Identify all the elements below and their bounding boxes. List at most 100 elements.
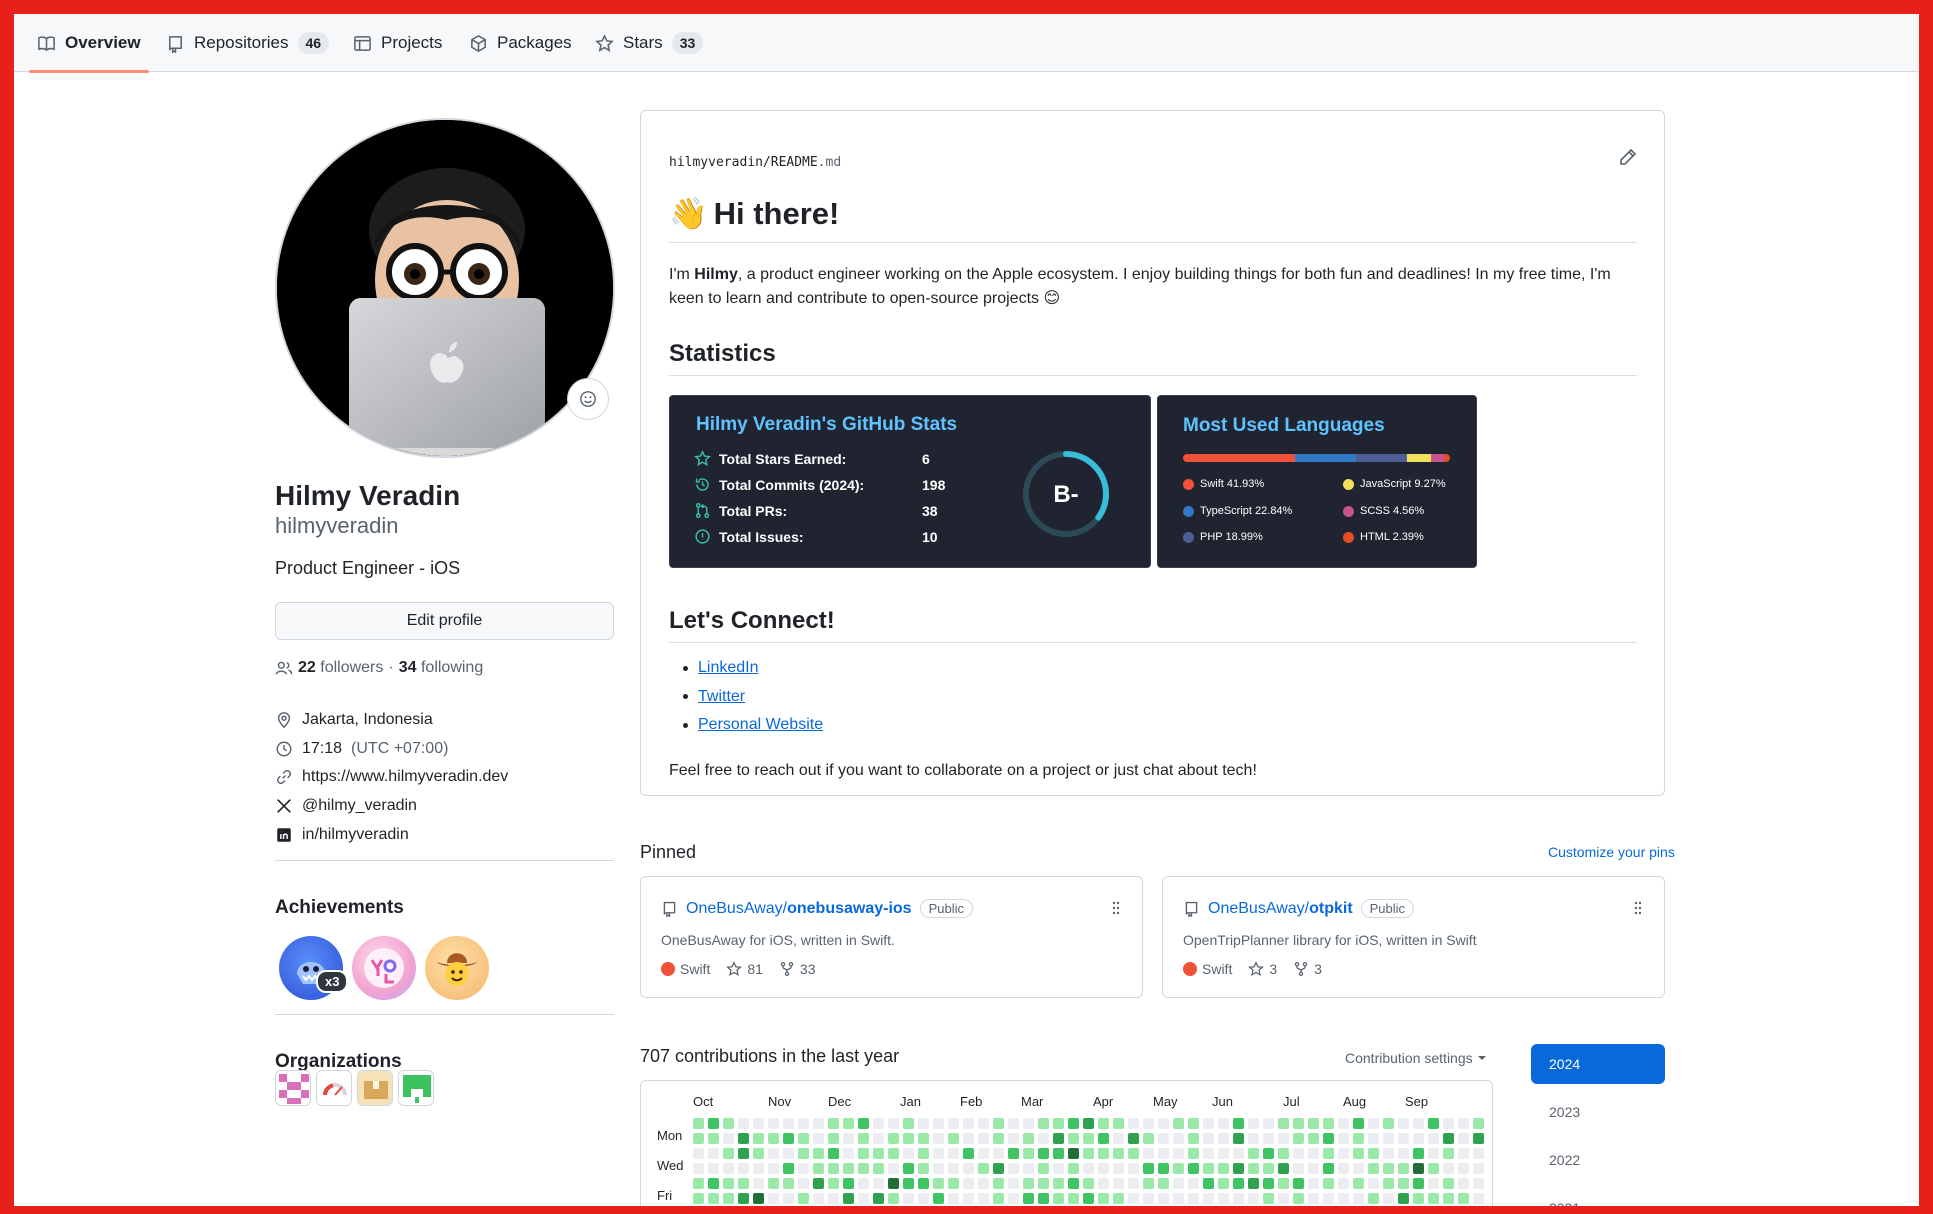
- contribution-day-cell[interactable]: [1383, 1163, 1394, 1174]
- contribution-day-cell[interactable]: [1173, 1178, 1184, 1189]
- contribution-day-cell[interactable]: [903, 1178, 914, 1189]
- contribution-day-cell[interactable]: [1353, 1163, 1364, 1174]
- year-selector-2022[interactable]: 2022: [1531, 1140, 1665, 1180]
- contribution-day-cell[interactable]: [813, 1193, 824, 1204]
- edit-readme-pencil-icon[interactable]: [1618, 147, 1638, 167]
- contribution-day-cell[interactable]: [1398, 1133, 1409, 1144]
- contribution-day-cell[interactable]: [1413, 1118, 1424, 1129]
- contribution-day-cell[interactable]: [1173, 1133, 1184, 1144]
- contribution-day-cell[interactable]: [1293, 1118, 1304, 1129]
- contribution-day-cell[interactable]: [903, 1148, 914, 1159]
- repo-stars[interactable]: 81: [726, 961, 763, 977]
- contribution-day-cell[interactable]: [1068, 1133, 1079, 1144]
- contribution-day-cell[interactable]: [813, 1178, 824, 1189]
- contribution-day-cell[interactable]: [1038, 1163, 1049, 1174]
- contribution-day-cell[interactable]: [1248, 1193, 1259, 1204]
- contribution-day-cell[interactable]: [1203, 1148, 1214, 1159]
- contribution-day-cell[interactable]: [1038, 1118, 1049, 1129]
- contribution-day-cell[interactable]: [1068, 1193, 1079, 1204]
- contribution-day-cell[interactable]: [978, 1118, 989, 1129]
- contribution-day-cell[interactable]: [873, 1133, 884, 1144]
- readme-path-user[interactable]: hilmyveradin: [669, 155, 763, 170]
- contribution-day-cell[interactable]: [873, 1178, 884, 1189]
- organization-avatar[interactable]: [316, 1070, 352, 1106]
- contribution-day-cell[interactable]: [1113, 1118, 1124, 1129]
- contribution-day-cell[interactable]: [1443, 1148, 1454, 1159]
- contribution-day-cell[interactable]: [858, 1178, 869, 1189]
- contribution-day-cell[interactable]: [1338, 1163, 1349, 1174]
- contribution-day-cell[interactable]: [1278, 1133, 1289, 1144]
- contribution-day-cell[interactable]: [693, 1178, 704, 1189]
- organization-avatar[interactable]: [357, 1070, 393, 1106]
- contribution-day-cell[interactable]: [978, 1163, 989, 1174]
- contribution-day-cell[interactable]: [1428, 1178, 1439, 1189]
- contribution-day-cell[interactable]: [768, 1163, 779, 1174]
- contribution-day-cell[interactable]: [1263, 1118, 1274, 1129]
- contribution-day-cell[interactable]: [693, 1193, 704, 1204]
- organization-avatar[interactable]: [275, 1070, 311, 1106]
- contribution-day-cell[interactable]: [843, 1148, 854, 1159]
- contribution-day-cell[interactable]: [1428, 1193, 1439, 1204]
- contribution-day-cell[interactable]: [828, 1193, 839, 1204]
- contribution-day-cell[interactable]: [1383, 1178, 1394, 1189]
- contribution-day-cell[interactable]: [1383, 1118, 1394, 1129]
- contribution-day-cell[interactable]: [1053, 1178, 1064, 1189]
- contribution-day-cell[interactable]: [1443, 1193, 1454, 1204]
- contribution-day-cell[interactable]: [1278, 1163, 1289, 1174]
- contribution-day-cell[interactable]: [1278, 1193, 1289, 1204]
- contribution-day-cell[interactable]: [828, 1148, 839, 1159]
- contribution-day-cell[interactable]: [1293, 1148, 1304, 1159]
- contribution-day-cell[interactable]: [1473, 1193, 1484, 1204]
- contribution-day-cell[interactable]: [888, 1133, 899, 1144]
- contribution-day-cell[interactable]: [843, 1118, 854, 1129]
- pinned-repo-link[interactable]: OneBusAway/onebusaway-ios: [686, 900, 912, 918]
- contribution-day-cell[interactable]: [1233, 1193, 1244, 1204]
- contribution-day-cell[interactable]: [1083, 1178, 1094, 1189]
- profile-twitter[interactable]: @hilmy_veradin: [275, 792, 508, 821]
- contribution-day-cell[interactable]: [1308, 1133, 1319, 1144]
- tab-packages[interactable]: Packages: [469, 14, 572, 72]
- contribution-day-cell[interactable]: [1383, 1133, 1394, 1144]
- contribution-day-cell[interactable]: [1353, 1118, 1364, 1129]
- contribution-day-cell[interactable]: [1143, 1193, 1154, 1204]
- tab-repositories[interactable]: Repositories 46: [166, 14, 330, 72]
- contribution-day-cell[interactable]: [723, 1163, 734, 1174]
- contribution-day-cell[interactable]: [1083, 1118, 1094, 1129]
- achievement-badge-quickdraw[interactable]: [425, 936, 489, 1000]
- contribution-day-cell[interactable]: [873, 1148, 884, 1159]
- contribution-day-cell[interactable]: [963, 1118, 974, 1129]
- contribution-day-cell[interactable]: [1293, 1193, 1304, 1204]
- contribution-day-cell[interactable]: [723, 1148, 734, 1159]
- contribution-day-cell[interactable]: [948, 1193, 959, 1204]
- contribution-day-cell[interactable]: [1263, 1133, 1274, 1144]
- contribution-day-cell[interactable]: [1113, 1193, 1124, 1204]
- contribution-day-cell[interactable]: [903, 1193, 914, 1204]
- contribution-day-cell[interactable]: [1353, 1178, 1364, 1189]
- contribution-day-cell[interactable]: [1338, 1133, 1349, 1144]
- contribution-day-cell[interactable]: [1323, 1163, 1334, 1174]
- profile-linkedin[interactable]: in/hilmyveradin: [275, 820, 508, 849]
- contribution-day-cell[interactable]: [1248, 1178, 1259, 1189]
- contribution-day-cell[interactable]: [1458, 1163, 1469, 1174]
- contribution-day-cell[interactable]: [1428, 1118, 1439, 1129]
- contribution-day-cell[interactable]: [1473, 1178, 1484, 1189]
- contribution-day-cell[interactable]: [1053, 1148, 1064, 1159]
- contribution-day-cell[interactable]: [1398, 1178, 1409, 1189]
- contribution-day-cell[interactable]: [1248, 1133, 1259, 1144]
- contribution-day-cell[interactable]: [1023, 1148, 1034, 1159]
- contribution-day-cell[interactable]: [948, 1118, 959, 1129]
- followers-link[interactable]: 22 followers: [298, 659, 383, 677]
- contribution-day-cell[interactable]: [1323, 1193, 1334, 1204]
- contribution-day-cell[interactable]: [1473, 1148, 1484, 1159]
- contribution-day-cell[interactable]: [1398, 1193, 1409, 1204]
- contribution-day-cell[interactable]: [978, 1133, 989, 1144]
- contribution-day-cell[interactable]: [708, 1163, 719, 1174]
- contribution-day-cell[interactable]: [1308, 1193, 1319, 1204]
- twitter-link[interactable]: @hilmy_veradin: [302, 797, 417, 815]
- contribution-day-cell[interactable]: [1353, 1193, 1364, 1204]
- contribution-day-cell[interactable]: [1473, 1133, 1484, 1144]
- contribution-day-cell[interactable]: [783, 1148, 794, 1159]
- contribution-day-cell[interactable]: [1083, 1148, 1094, 1159]
- contribution-day-cell[interactable]: [1008, 1118, 1019, 1129]
- contribution-day-cell[interactable]: [1098, 1148, 1109, 1159]
